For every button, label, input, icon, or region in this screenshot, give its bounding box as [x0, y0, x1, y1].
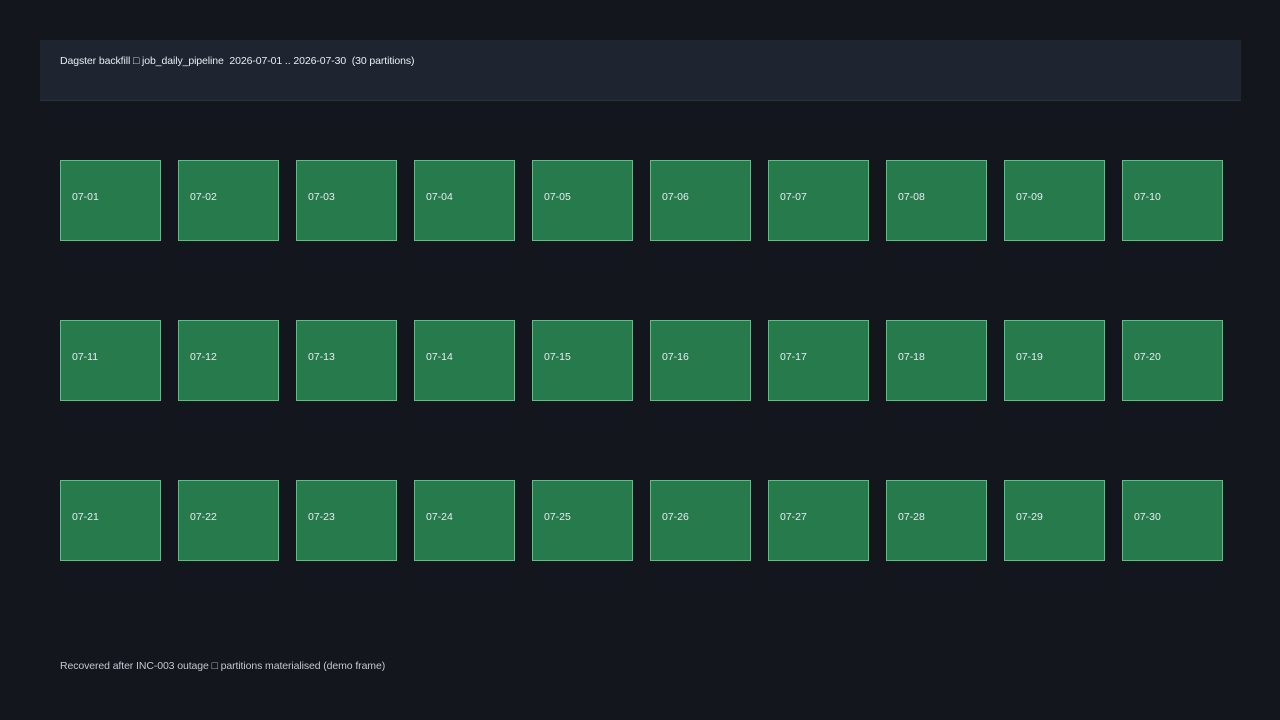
partition-tile[interactable]: 07-11 [60, 320, 161, 401]
partition-tile[interactable]: 07-29 [1004, 480, 1105, 561]
partition-label: 07-23 [308, 511, 335, 523]
partition-label: 07-03 [308, 191, 335, 203]
partition-tile[interactable]: 07-03 [296, 160, 397, 241]
partition-tile[interactable]: 07-14 [414, 320, 515, 401]
partition-tile[interactable]: 07-06 [650, 160, 751, 241]
partition-label: 07-05 [544, 191, 571, 203]
partition-label: 07-02 [190, 191, 217, 203]
partition-label: 07-07 [780, 191, 807, 203]
partition-label: 07-06 [662, 191, 689, 203]
partition-tile[interactable]: 07-08 [886, 160, 987, 241]
partition-tile[interactable]: 07-13 [296, 320, 397, 401]
page-title: Dagster backfill □ job_daily_pipeline 20… [60, 55, 415, 67]
partition-label: 07-14 [426, 351, 453, 363]
partition-tile[interactable]: 07-05 [532, 160, 633, 241]
partition-tile[interactable]: 07-12 [178, 320, 279, 401]
partition-label: 07-21 [72, 511, 99, 523]
partition-label: 07-08 [898, 191, 925, 203]
partition-tile[interactable]: 07-07 [768, 160, 869, 241]
partition-tile[interactable]: 07-15 [532, 320, 633, 401]
partition-tile[interactable]: 07-27 [768, 480, 869, 561]
partition-label: 07-10 [1134, 191, 1161, 203]
partition-tile[interactable]: 07-30 [1122, 480, 1223, 561]
partition-label: 07-22 [190, 511, 217, 523]
partition-tile[interactable]: 07-18 [886, 320, 987, 401]
partition-tile[interactable]: 07-21 [60, 480, 161, 561]
partition-tile[interactable]: 07-02 [178, 160, 279, 241]
partition-tile[interactable]: 07-28 [886, 480, 987, 561]
partition-tile[interactable]: 07-04 [414, 160, 515, 241]
partition-grid: 07-01 07-02 07-03 07-04 07-05 07-06 07-07 07-08… [60, 160, 1223, 561]
partition-tile[interactable]: 07-23 [296, 480, 397, 561]
partition-label: 07-28 [898, 511, 925, 523]
partition-label: 07-04 [426, 191, 453, 203]
partition-tile[interactable]: 07-01 [60, 160, 161, 241]
partition-label: 07-11 [72, 351, 99, 363]
partition-label: 07-25 [544, 511, 571, 523]
partition-tile[interactable]: 07-17 [768, 320, 869, 401]
partition-tile[interactable]: 07-10 [1122, 160, 1223, 241]
partition-tile[interactable]: 07-16 [650, 320, 751, 401]
partition-tile[interactable]: 07-22 [178, 480, 279, 561]
partition-tile[interactable]: 07-20 [1122, 320, 1223, 401]
partition-label: 07-01 [72, 191, 99, 203]
partition-label: 07-15 [544, 351, 571, 363]
partition-tile[interactable]: 07-19 [1004, 320, 1105, 401]
partition-label: 07-29 [1016, 511, 1043, 523]
backfill-header: Dagster backfill □ job_daily_pipeline 20… [40, 40, 1241, 101]
partition-label: 07-17 [780, 351, 807, 363]
partition-tile[interactable]: 07-25 [532, 480, 633, 561]
partition-tile[interactable]: 07-24 [414, 480, 515, 561]
partition-tile[interactable]: 07-09 [1004, 160, 1105, 241]
partition-label: 07-26 [662, 511, 689, 523]
partition-label: 07-30 [1134, 511, 1161, 523]
partition-label: 07-27 [780, 511, 807, 523]
partition-label: 07-18 [898, 351, 925, 363]
partition-label: 07-19 [1016, 351, 1043, 363]
status-footer: Recovered after INC-003 outage □ partiti… [60, 660, 386, 672]
partition-tile[interactable]: 07-26 [650, 480, 751, 561]
partition-label: 07-16 [662, 351, 689, 363]
partition-label: 07-13 [308, 351, 335, 363]
partition-label: 07-12 [190, 351, 217, 363]
partition-label: 07-09 [1016, 191, 1043, 203]
partition-label: 07-20 [1134, 351, 1161, 363]
partition-label: 07-24 [426, 511, 453, 523]
